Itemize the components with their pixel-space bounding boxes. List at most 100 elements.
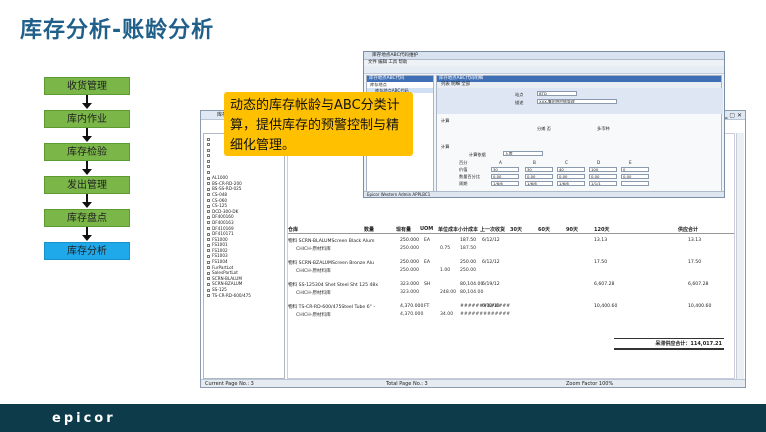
checkbox-icon[interactable] — [207, 182, 210, 186]
calc-basis-select[interactable]: 入库 — [503, 151, 543, 156]
grid-value-field[interactable]: 1/6/6 — [525, 181, 553, 186]
cell-part: CHICH-原材料库 — [296, 291, 331, 296]
cell-part: 物料 SS-125304 Shet Steel Sht 125 48x — [288, 283, 379, 288]
tree-item-label: DCD-300-DK — [212, 208, 239, 214]
callout-box: 动态的库存帐龄与ABC分类计算，提供库存的预警控制与精细化管理。 — [224, 92, 413, 156]
grid-value-field[interactable]: 30 — [491, 167, 519, 172]
flow-step[interactable]: 库存分析 — [44, 242, 130, 260]
checkbox-icon[interactable] — [207, 148, 210, 152]
checkbox-icon[interactable] — [207, 193, 210, 197]
grid-value-field[interactable]: 0.00 — [589, 174, 617, 179]
cell-supply: 13.13 — [688, 238, 702, 243]
grid-value-field[interactable]: 0.00 — [491, 174, 519, 179]
grid-value-field[interactable]: 0.00 — [525, 174, 553, 179]
tree-item-label: BS-CR-RD-200 — [212, 180, 242, 186]
multicurrency-checkbox[interactable]: 多币种 — [597, 126, 610, 132]
checkbox-icon[interactable] — [207, 260, 210, 264]
report-tree[interactable]: AL1000 BS-CR-RD-200 BS-SS-RD-025 CS-048 CS-0… — [203, 133, 285, 379]
column-header: 上一次收货 — [480, 227, 506, 233]
grid-value-field[interactable]: 1/1/1 — [589, 181, 617, 186]
cell-qty: 4,370.000 — [400, 312, 424, 317]
checkbox-icon[interactable] — [207, 154, 210, 158]
site-label: 站点 — [515, 92, 524, 97]
tree-item-label: FS1003 — [212, 253, 228, 259]
grid-value-field[interactable]: 1/6/6 — [491, 181, 519, 186]
column-header: 数量 — [364, 227, 375, 233]
report-scrollbar[interactable] — [736, 133, 744, 379]
cell-unit-cost: 0.75 — [440, 246, 451, 251]
site-field[interactable]: BTD — [537, 91, 577, 96]
checkbox-icon[interactable] — [207, 243, 210, 247]
cell-subtotal: 80,104.00 — [460, 290, 484, 295]
grid-value-field[interactable]: 30 — [525, 167, 553, 172]
checkbox-icon[interactable] — [207, 137, 210, 141]
allocate-checkbox[interactable]: 分摊 否 — [537, 126, 551, 132]
cell-subtotal: 250.00 — [460, 268, 477, 273]
tree-item-label: FS1001 — [212, 242, 228, 248]
flow-step[interactable]: 库存盘点 — [44, 209, 130, 227]
checkbox-icon[interactable] — [207, 266, 210, 270]
checkbox-icon[interactable] — [207, 254, 210, 258]
checkbox-icon[interactable] — [207, 232, 210, 236]
flow-step[interactable]: 库存检验 — [44, 143, 130, 161]
checkbox-icon[interactable] — [207, 215, 210, 219]
grid-value-field[interactable]: 0.00 — [557, 174, 585, 179]
table-row: CHICH-原材料库 4,370.000 34.00 ############# — [288, 312, 734, 319]
page-title: 库存分析-账龄分析 — [20, 18, 215, 43]
checkbox-icon[interactable] — [207, 171, 210, 175]
grid-value-field[interactable]: 1/6/6 — [557, 181, 585, 186]
checkbox-icon[interactable] — [207, 277, 210, 281]
cell-supply: 10,400.60 — [688, 304, 712, 309]
grid-value-field[interactable] — [621, 181, 649, 186]
checkbox-icon[interactable] — [207, 249, 210, 253]
checkbox-icon[interactable] — [207, 282, 210, 286]
grid-value-field[interactable]: 0.00 — [621, 174, 649, 179]
checkbox-icon[interactable] — [207, 294, 210, 298]
cell-d120: 17.50 — [594, 260, 608, 265]
grid-col-header: D — [597, 160, 601, 165]
grid-row-label: 数量百分比 — [459, 174, 480, 179]
checkbox-icon[interactable] — [207, 210, 210, 214]
cell-part: 物料 SCRN-BLALUMScreen Black Alum — [288, 239, 375, 244]
cell-unit-cost: 34.00 — [440, 312, 454, 317]
table-row: 物料 SCRN-BLALUMScreen Black Alum 250.000 EA… — [288, 238, 734, 245]
tree-item[interactable]: TS-CR-RD-600/475 — [207, 293, 281, 299]
column-header: 90天 — [566, 227, 578, 233]
cell-uom: FT — [424, 304, 430, 309]
checkbox-icon[interactable] — [207, 227, 210, 230]
flow-arrow-icon — [44, 161, 130, 176]
window-controls[interactable]: ▁ ▢ ✕ — [723, 112, 742, 119]
desc-field[interactable]: XXX-集团供应链管理 — [537, 99, 617, 104]
checkbox-icon[interactable] — [207, 143, 210, 147]
checkbox-icon[interactable] — [207, 221, 210, 225]
checkbox-icon[interactable] — [207, 288, 210, 292]
grid-col-header: B — [533, 160, 536, 165]
checkbox-icon[interactable] — [207, 271, 210, 275]
flow-step[interactable]: 库内作业 — [44, 110, 130, 128]
checkbox-icon[interactable] — [207, 159, 210, 163]
flow-step[interactable]: 收货管理 — [44, 77, 130, 95]
column-header: 120天 — [594, 227, 610, 233]
tree-item-label: FS1004 — [212, 259, 228, 265]
grid-value-field[interactable]: 100 — [589, 167, 617, 172]
column-header: 仓库 — [288, 227, 299, 233]
checkbox-icon[interactable] — [207, 187, 210, 191]
abc-detail-panel: 库存地点ABC代码明细 列表 明细 全部 站点 BTD 描述 XXX-集团供应链… — [436, 75, 723, 193]
table-row: CHICH-原材料库 250.000 0.75 187.50 — [288, 246, 734, 253]
checkbox-icon[interactable] — [207, 204, 210, 208]
checkbox-icon[interactable] — [207, 238, 210, 242]
checkbox-icon[interactable] — [207, 165, 210, 169]
grid-value-field[interactable]: 0 — [621, 167, 649, 172]
zoom-factor: Zoom Factor 100% — [566, 381, 614, 387]
tree-item-label: FS1002 — [212, 247, 228, 253]
grid-value-field[interactable]: 40 — [557, 167, 585, 172]
flow-step[interactable]: 发出管理 — [44, 176, 130, 194]
calc-section-label: 计算 — [441, 118, 450, 123]
cell-uom: EA — [424, 238, 431, 243]
epicor-logo: epicor — [52, 411, 116, 426]
table-row: 物料 TS-CR-RD-600/475Steel Tube 6" - 4,370.… — [288, 304, 734, 311]
checkbox-icon[interactable] — [207, 176, 210, 180]
abc-site-band: 站点 BTD 描述 XXX-集团供应链管理 — [437, 88, 723, 114]
abc-toolbar[interactable] — [364, 66, 724, 74]
checkbox-icon[interactable] — [207, 199, 210, 203]
